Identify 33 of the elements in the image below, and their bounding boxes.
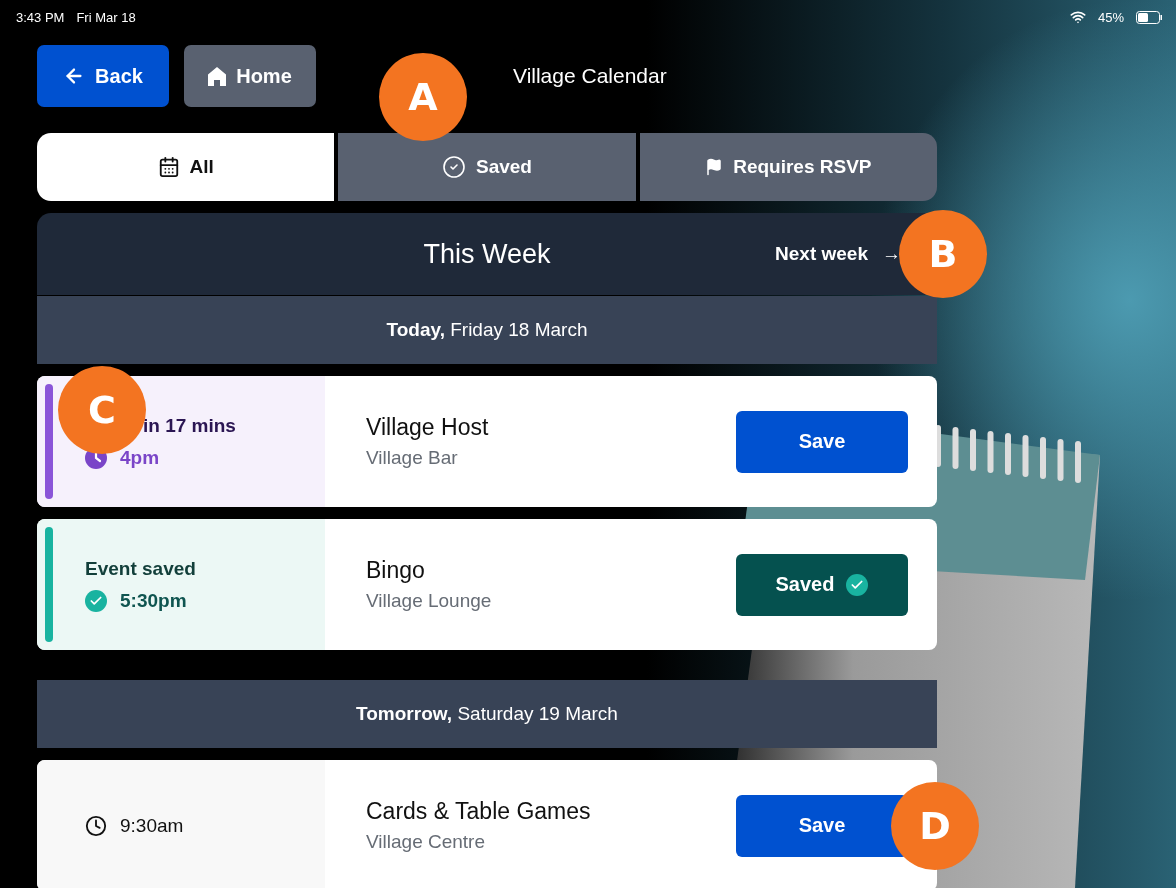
- save-button[interactable]: Save: [736, 410, 908, 473]
- event-title: Cards & Table Games: [366, 798, 592, 825]
- event-title: Village Host: [366, 414, 490, 441]
- wifi-icon: [1069, 9, 1086, 25]
- status-date: Fri Mar 18: [76, 9, 136, 25]
- back-button[interactable]: Back: [37, 45, 169, 107]
- event-status: Event saved: [85, 557, 196, 580]
- battery-icon: [1136, 10, 1162, 24]
- event-time: 9:30am: [120, 814, 184, 837]
- event-title: Bingo: [366, 557, 426, 584]
- home-button[interactable]: Home: [184, 45, 316, 107]
- home-icon: [208, 66, 227, 86]
- event-place: Village Centre: [366, 831, 486, 853]
- calendar-icon: [157, 156, 180, 178]
- check-icon: [846, 573, 869, 596]
- clock-icon: [85, 814, 107, 837]
- day-heading: Today, Friday 18 March: [386, 319, 588, 341]
- week-title: This Week: [423, 238, 551, 270]
- check-icon: [85, 589, 107, 612]
- day-heading: Tomorrow, Saturday 19 March: [356, 703, 618, 725]
- filter-tab[interactable]: Saved: [338, 133, 636, 201]
- flag-icon: [705, 158, 724, 176]
- event-place: Village Bar: [366, 447, 459, 469]
- status-time: 3:43 PM: [16, 9, 65, 25]
- check-circle-icon: [442, 155, 466, 179]
- filter-tab[interactable]: Requires RSVP: [639, 133, 937, 201]
- save-button[interactable]: Saved: [736, 553, 908, 616]
- event-time: 5:30pm: [120, 589, 187, 612]
- next-week-link[interactable]: Next week →: [775, 243, 901, 265]
- page-title: Village Calendar: [513, 64, 667, 88]
- filter-tab[interactable]: All: [37, 133, 335, 201]
- battery-percent: 45%: [1097, 9, 1124, 25]
- event-place: Village Lounge: [366, 590, 493, 612]
